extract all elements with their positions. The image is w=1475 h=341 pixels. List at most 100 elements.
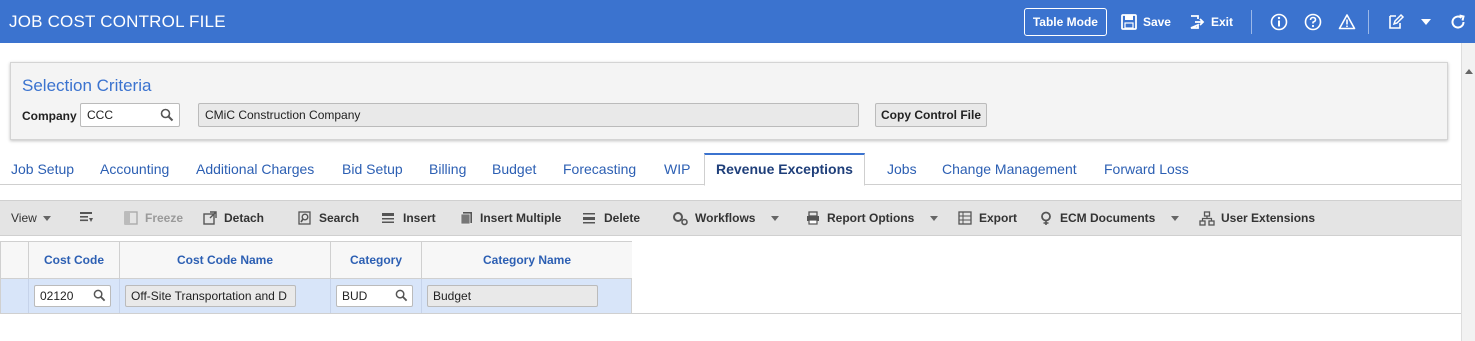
tab-forward-loss[interactable]: Forward Loss (1104, 153, 1189, 185)
info-icon[interactable] (1270, 13, 1288, 31)
row-selector[interactable] (1, 279, 29, 313)
grid-toolbar: View Freeze Detach Search Insert Insert … (0, 200, 1461, 236)
table-cell: 02120 (29, 279, 120, 313)
search-icon (298, 211, 311, 225)
export-label: Export (979, 211, 1018, 225)
category-name-field: Budget (427, 285, 598, 307)
tab-wip[interactable]: WIP (664, 153, 690, 185)
gear-icon (673, 211, 688, 225)
main-content: Selection Criteria Company CCC CMiC Cons… (0, 43, 1461, 341)
help-icon[interactable] (1304, 13, 1322, 31)
column-header-cost-code-name[interactable]: Cost Code Name (120, 242, 331, 279)
user-extensions-button[interactable]: User Extensions (1199, 201, 1315, 235)
workflows-menu[interactable]: Workflows (672, 201, 780, 235)
column-header-cost-code[interactable]: Cost Code (29, 242, 120, 279)
export-icon (958, 211, 972, 225)
insert-multiple-label: Insert Multiple (480, 211, 562, 225)
company-field[interactable]: CCC (80, 103, 180, 127)
chevron-down-icon (930, 215, 939, 221)
tab-additional-charges[interactable]: Additional Charges (196, 153, 314, 185)
search-button[interactable]: Search (298, 201, 359, 235)
view-menu[interactable]: View (11, 201, 51, 235)
search-icon[interactable] (395, 289, 408, 302)
chevron-down-icon[interactable] (1421, 18, 1431, 25)
page-title: JOB COST CONTROL FILE (9, 11, 226, 31)
ecm-documents-label: ECM Documents (1060, 211, 1156, 225)
refresh-icon[interactable] (1449, 13, 1467, 31)
tab-billing[interactable]: Billing (429, 153, 466, 185)
chevron-down-icon (1171, 215, 1180, 221)
company-value: CCC (87, 108, 113, 122)
column-header-category[interactable]: Category (331, 242, 422, 279)
printer-icon (807, 211, 819, 225)
table-cell: BUD (331, 279, 422, 313)
vertical-scrollbar[interactable] (1461, 43, 1475, 341)
search-icon[interactable] (160, 108, 174, 122)
exit-icon (1190, 14, 1205, 29)
search-icon[interactable] (93, 289, 106, 302)
detach-icon (203, 211, 217, 225)
tab-forecasting[interactable]: Forecasting (563, 153, 636, 185)
column-header-category-name[interactable]: Category Name (422, 242, 632, 279)
ecm-documents-icon (1041, 211, 1051, 225)
freeze-button[interactable]: Freeze (124, 201, 183, 235)
warning-icon[interactable] (1338, 13, 1356, 31)
toolbar-divider (1251, 9, 1252, 34)
insert-multiple-icon (460, 212, 472, 225)
freeze-label: Freeze (145, 211, 184, 225)
tab-revenue-exceptions[interactable]: Revenue Exceptions (704, 153, 865, 186)
tab-accounting[interactable]: Accounting (100, 153, 169, 185)
cost-code-name-field: Off-Site Transportation and D (125, 285, 296, 307)
cost-code-input[interactable]: 02120 (34, 285, 111, 307)
search-label: Search (319, 211, 360, 225)
insert-label: Insert (403, 211, 436, 225)
tab-budget[interactable]: Budget (492, 153, 536, 185)
app-header: JOB COST CONTROL FILE Table Mode Save Ex… (0, 0, 1475, 43)
tab-change-management[interactable]: Change Management (942, 153, 1077, 185)
hierarchy-icon (1199, 210, 1215, 226)
tab-bid-setup[interactable]: Bid Setup (342, 153, 403, 185)
revenue-exceptions-grid: Cost Code Cost Code Name Category Catego… (0, 241, 632, 313)
workflows-label: Workflows (695, 211, 756, 225)
insert-button[interactable]: Insert (381, 201, 436, 235)
cost-code-value: 02120 (40, 289, 74, 303)
delete-icon (583, 213, 595, 224)
freeze-icon (124, 211, 138, 225)
toolbar-divider (1368, 9, 1369, 34)
save-button[interactable]: Save (1121, 13, 1171, 30)
column-settings-button[interactable] (79, 201, 100, 235)
table-mode-button[interactable]: Table Mode (1023, 7, 1107, 36)
selection-criteria-panel: Selection Criteria (10, 62, 1448, 140)
copy-control-file-button[interactable]: Copy Control File (875, 103, 987, 127)
table-cell: Off-Site Transportation and D (120, 279, 331, 313)
exit-button[interactable]: Exit (1189, 14, 1233, 30)
tab-job-setup[interactable]: Job Setup (11, 153, 74, 185)
section-title: Selection Criteria (22, 76, 152, 95)
tab-bar: Job Setup Accounting Additional Charges … (0, 153, 1461, 186)
company-label: Company (22, 109, 77, 123)
grid-bottom-divider (0, 313, 1461, 314)
save-label: Save (1142, 14, 1171, 29)
category-input[interactable]: BUD (336, 285, 413, 307)
save-icon (1121, 13, 1137, 30)
export-button[interactable]: Export (958, 201, 1017, 235)
report-options-label: Report Options (827, 211, 915, 225)
scroll-up-icon[interactable] (1465, 69, 1473, 74)
table-cell: Budget (422, 279, 632, 313)
detach-button[interactable]: Detach (203, 201, 264, 235)
detach-label: Detach (224, 211, 265, 225)
company-name-field: CMiC Construction Company (198, 103, 859, 127)
exit-label: Exit (1210, 14, 1233, 29)
delete-label: Delete (604, 211, 641, 225)
chevron-down-icon (771, 215, 780, 221)
edit-icon[interactable] (1387, 13, 1405, 31)
column-settings-icon (80, 212, 93, 222)
insert-icon (382, 213, 394, 223)
report-options-menu[interactable]: Report Options (806, 201, 939, 235)
chevron-down-icon (42, 215, 51, 221)
insert-multiple-button[interactable]: Insert Multiple (460, 201, 561, 235)
ecm-documents-menu[interactable]: ECM Documents (1039, 201, 1180, 235)
tab-jobs[interactable]: Jobs (887, 153, 917, 185)
delete-button[interactable]: Delete (582, 201, 640, 235)
view-label: View (11, 211, 37, 225)
